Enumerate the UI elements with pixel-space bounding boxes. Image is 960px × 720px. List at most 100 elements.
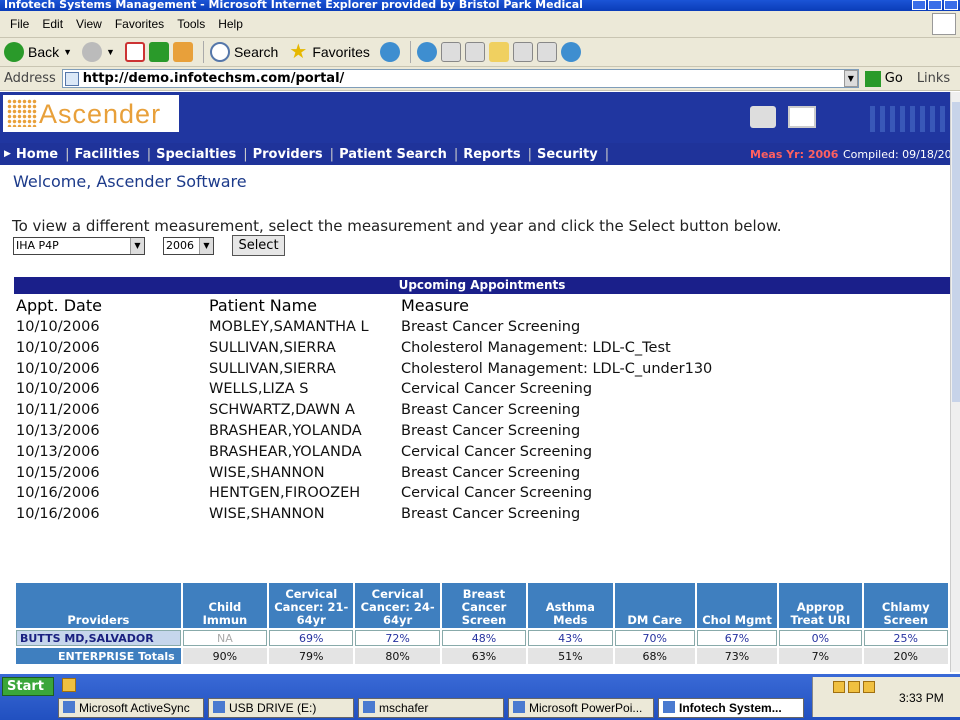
provider-value[interactable]: 69% (269, 630, 354, 646)
col-chol-mgmt[interactable]: Chol Mgmt (696, 583, 778, 628)
address-dropdown-icon[interactable]: ▼ (843, 70, 858, 87)
provider-value[interactable]: 25% (863, 630, 948, 646)
menu-edit[interactable]: Edit (42, 17, 63, 31)
mail-icon[interactable] (416, 42, 437, 62)
nav-home[interactable]: Home (16, 147, 58, 162)
site-nav: ▶ Home | Facilities | Specialties | Provide… (0, 143, 950, 165)
print-icon[interactable] (440, 42, 461, 62)
back-dropdown-icon[interactable]: ▼ (63, 47, 72, 57)
window-icon[interactable] (788, 106, 816, 128)
nav-patient-search[interactable]: Patient Search (339, 147, 447, 162)
menu-view[interactable]: View (76, 17, 102, 31)
task-powerpoint[interactable]: Microsoft PowerPoi... (508, 698, 654, 718)
total-value: 7% (779, 648, 862, 664)
tray-app-icon[interactable] (848, 681, 860, 693)
page-icon[interactable] (512, 42, 533, 62)
forward-button[interactable]: ▼ (82, 42, 115, 62)
back-button[interactable]: Back ▼ (4, 42, 72, 62)
favorites-button[interactable]: ★ Favorites (288, 42, 370, 62)
appointment-row[interactable]: 10/13/2006 BRASHEAR,YOLANDA Breast Cancer … (16, 423, 936, 444)
col-providers[interactable]: Providers (16, 583, 181, 628)
measure: Breast Cancer Screening (401, 319, 581, 335)
col-approp-treat-uri[interactable]: Approp Treat URI (779, 583, 862, 628)
forward-dropdown-icon[interactable]: ▼ (106, 47, 115, 57)
nav-facilities[interactable]: Facilities (75, 147, 140, 162)
appointment-row[interactable]: 10/10/2006 SULLIVAN,SIERRA Cholesterol Man… (16, 361, 936, 382)
col-child-immun[interactable]: Child Immun (182, 583, 268, 628)
menu-file[interactable]: File (10, 17, 29, 31)
col-cervical-24-64[interactable]: Cervical Cancer: 24-64yr (355, 583, 440, 628)
menu-favorites[interactable]: Favorites (115, 17, 164, 31)
appointment-row[interactable]: 10/10/2006 WELLS,LIZA S Cervical Cancer Sc… (16, 381, 936, 402)
folder-icon[interactable] (488, 42, 509, 62)
quick-launch-icon[interactable] (62, 678, 76, 692)
history-icon[interactable] (379, 42, 400, 62)
appt-date: 10/13/2006 (16, 443, 100, 460)
select-button[interactable]: Select (232, 235, 285, 256)
powerpoint-icon (513, 701, 525, 713)
task-infotech[interactable]: Infotech System... (658, 698, 804, 718)
refresh-icon[interactable] (148, 42, 169, 62)
tray-mail-icon[interactable] (833, 681, 845, 693)
appt-date: 10/16/2006 (16, 485, 100, 502)
nav-providers[interactable]: Providers (253, 147, 323, 162)
clock[interactable]: 3:33 PM (899, 691, 944, 705)
appointment-row[interactable]: 10/11/2006 SCHWARTZ,DAWN A Breast Cancer S… (16, 402, 936, 423)
links-button[interactable]: Links (917, 71, 950, 86)
close-button[interactable] (944, 0, 958, 10)
task-usb-drive[interactable]: USB DRIVE (E:) (208, 698, 354, 718)
col-breast-cancer[interactable]: Breast Cancer Screen (441, 583, 527, 628)
appointment-row[interactable]: 10/10/2006 SULLIVAN,SIERRA Cholesterol Man… (16, 340, 936, 361)
home-icon[interactable] (172, 42, 193, 62)
page-scrollbar[interactable] (950, 92, 960, 672)
appointment-row[interactable]: 10/16/2006 WISE,SHANNON Breast Cancer Scre… (16, 506, 936, 527)
appt-date: 10/11/2006 (16, 402, 100, 419)
search-button[interactable]: Search (209, 42, 278, 62)
appointment-row[interactable]: 10/15/2006 WISE,SHANNON Breast Cancer Scre… (16, 465, 936, 486)
col-appt-date: Appt. Date (16, 296, 102, 315)
provider-value[interactable]: 72% (355, 630, 440, 646)
menu-help[interactable]: Help (218, 17, 243, 31)
messenger-icon[interactable] (560, 42, 581, 62)
ascender-logo[interactable]: Ascender (3, 95, 179, 132)
provider-value[interactable]: 70% (614, 630, 695, 646)
address-input[interactable]: http://demo.infotechsm.com/portal/ ▼ (61, 69, 859, 88)
provider-name[interactable]: BUTTS MD,SALVADOR (16, 630, 181, 646)
provider-value[interactable]: 43% (528, 630, 613, 646)
provider-value[interactable]: 67% (696, 630, 778, 646)
task-mschafer[interactable]: mschafer (358, 698, 504, 718)
provider-row[interactable]: BUTTS MD,SALVADOR NA 69% 72% 48% 43% 70%… (16, 630, 948, 646)
tray-network-icon[interactable] (863, 681, 875, 693)
menu-tools[interactable]: Tools (177, 17, 205, 31)
appointment-row[interactable]: 10/16/2006 HENTGEN,FIROOZEH Cervical Cance… (16, 485, 936, 506)
task-label: mschafer (379, 701, 429, 715)
house-icon[interactable] (750, 106, 776, 128)
total-value: 63% (441, 648, 527, 664)
minimize-button[interactable] (912, 0, 926, 10)
appointment-row[interactable]: 10/13/2006 BRASHEAR,YOLANDA Cervical Cance… (16, 444, 936, 465)
col-asthma-meds[interactable]: Asthma Meds (528, 583, 613, 628)
nav-specialties[interactable]: Specialties (156, 147, 236, 162)
maximize-button[interactable] (928, 0, 942, 10)
year-select[interactable]: 2006 ▼ (163, 237, 214, 255)
enterprise-totals-row: ENTERPRISE Totals 90% 79% 80% 63% 51% 68… (16, 648, 948, 664)
col-chlamy-screen[interactable]: Chlamy Screen (863, 583, 948, 628)
measurement-select[interactable]: IHA P4P ▼ (13, 237, 145, 255)
provider-value[interactable]: 0% (779, 630, 862, 646)
col-dm-care[interactable]: DM Care (614, 583, 695, 628)
nav-reports[interactable]: Reports (463, 147, 520, 162)
start-button[interactable]: Start (2, 677, 54, 696)
research-icon[interactable] (536, 42, 557, 62)
col-cervical-21-64[interactable]: Cervical Cancer: 21-64yr (269, 583, 354, 628)
total-value: 68% (614, 648, 695, 664)
activesync-icon (63, 701, 75, 713)
appointment-row[interactable]: 10/10/2006 MOBLEY,SAMANTHA L Breast Cancer… (16, 319, 936, 340)
appt-date: 10/13/2006 (16, 422, 100, 439)
edit-word-icon[interactable] (464, 42, 485, 62)
nav-security[interactable]: Security (537, 147, 598, 162)
provider-value[interactable]: 48% (441, 630, 527, 646)
go-button[interactable]: Go (864, 70, 903, 87)
scrollbar-thumb[interactable] (952, 102, 960, 402)
stop-icon[interactable] (124, 42, 145, 62)
task-activesync[interactable]: Microsoft ActiveSync (58, 698, 204, 718)
